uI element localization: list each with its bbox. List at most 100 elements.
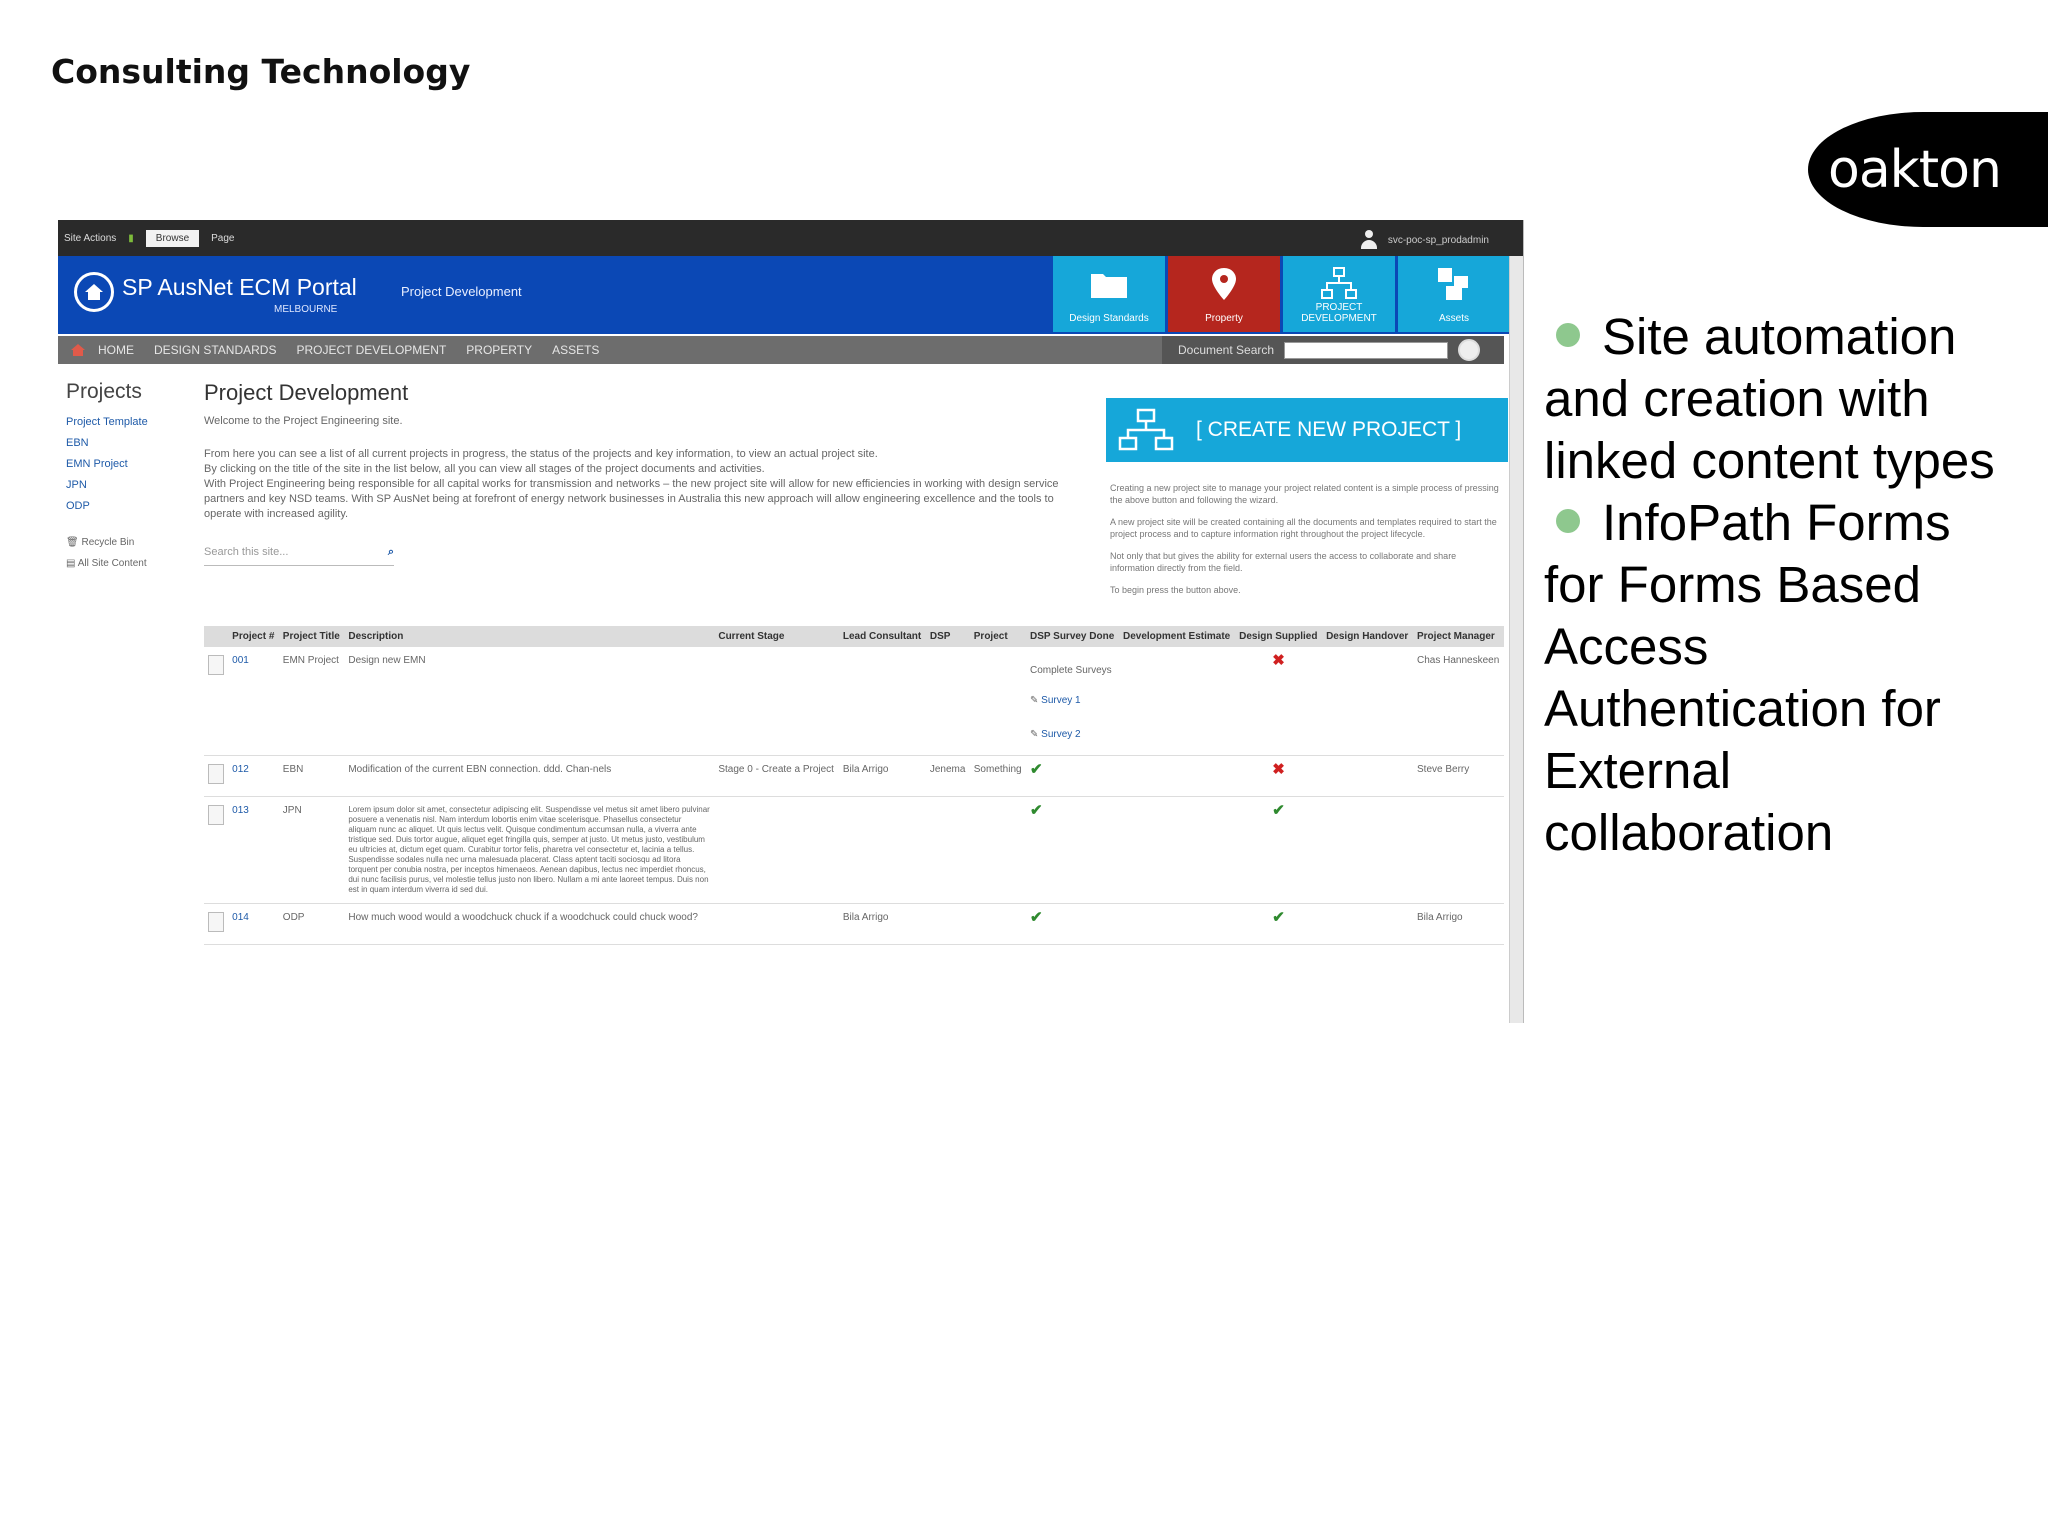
create-new-project-label: [ CREATE NEW PROJECT ] xyxy=(1196,418,1462,441)
quick-launch-item[interactable]: JPN xyxy=(66,475,196,496)
nav-home[interactable]: HOME xyxy=(98,343,134,357)
bullet-text: Site automation and creation with linked… xyxy=(1544,308,1995,489)
recycle-bin-label: Recycle Bin xyxy=(81,537,135,548)
site-actions-menu[interactable]: Site Actions xyxy=(64,233,116,244)
edit-icon[interactable]: ▮ xyxy=(128,233,134,244)
user-icon xyxy=(1360,230,1378,250)
quick-launch-item[interactable]: ODP xyxy=(66,496,196,517)
portal-banner: SP AusNet ECM Portal MELBOURNE Project D… xyxy=(58,256,1523,334)
check-icon: ✔ xyxy=(1235,796,1323,904)
ribbon-bar: Site Actions ▮ Browse Page svc-poc-sp_pr… xyxy=(58,220,1523,256)
edit-icon: ✎ xyxy=(1029,695,1039,706)
nav-home-icon[interactable] xyxy=(58,336,98,364)
quick-launch-item[interactable]: EMN Project xyxy=(66,454,196,475)
nav-design-standards[interactable]: DESIGN STANDARDS xyxy=(154,343,276,357)
column-header[interactable]: Project Title xyxy=(278,626,345,647)
project-manager: Chas Hanneskeen xyxy=(1413,647,1504,756)
table-row[interactable]: 012 EBN Modification of the current EBN … xyxy=(204,755,1504,797)
tile-label: Assets xyxy=(1438,313,1469,324)
survey-link[interactable]: Survey 1 xyxy=(1041,695,1080,706)
column-header[interactable]: DSP Survey Done xyxy=(1025,626,1119,647)
project-number[interactable]: 012 xyxy=(228,755,279,797)
vertical-scrollbar[interactable] xyxy=(1509,256,1523,1023)
project-title[interactable]: JPN xyxy=(278,796,345,904)
all-site-content-link[interactable]: ▤ All Site Content xyxy=(66,554,196,573)
quick-launch-item[interactable]: EBN xyxy=(66,433,196,454)
project-title[interactable]: EBN xyxy=(278,755,345,797)
project-title[interactable]: EMN Project xyxy=(278,647,345,756)
column-header[interactable]: Project # xyxy=(228,626,279,647)
recycle-bin-link[interactable]: 🗑 Recycle Bin xyxy=(66,533,196,552)
survey-header: Complete Surveys xyxy=(1029,665,1112,676)
column-header[interactable]: Design Handover xyxy=(1322,626,1413,647)
development-estimate xyxy=(1118,903,1236,945)
lead-consultant: Bila Arrigo xyxy=(838,903,926,945)
project-manager xyxy=(1413,796,1504,904)
survey-link[interactable]: Survey 2 xyxy=(1041,729,1080,740)
document-search-input[interactable] xyxy=(1284,341,1449,359)
lead-consultant: Bila Arrigo xyxy=(838,755,926,797)
nav-property[interactable]: PROPERTY xyxy=(466,343,532,357)
development-estimate xyxy=(1118,647,1236,756)
create-note: Not only that but gives the ability for … xyxy=(1110,551,1457,573)
design-handover xyxy=(1322,647,1413,756)
survey-item[interactable]: ✎ Survey 1 xyxy=(1030,695,1115,707)
project-title[interactable]: ODP xyxy=(278,903,345,945)
project-number[interactable]: 014 xyxy=(228,903,279,945)
search-icon[interactable] xyxy=(1458,339,1481,361)
document-icon[interactable] xyxy=(208,763,224,784)
create-new-project-button[interactable]: [ CREATE NEW PROJECT ] xyxy=(1106,398,1508,462)
table-row[interactable]: 014 ODP How much wood would a woodchuck … xyxy=(204,903,1504,945)
nav-project-development[interactable]: PROJECT DEVELOPMENT xyxy=(296,343,446,357)
tile-project-development[interactable]: PROJECT DEVELOPMENT xyxy=(1283,256,1395,332)
nav-assets[interactable]: ASSETS xyxy=(552,343,599,357)
document-icon[interactable] xyxy=(208,804,224,825)
project-description: How much wood would a woodchuck chuck if… xyxy=(344,903,715,945)
create-note: Creating a new project site to manage yo… xyxy=(1110,483,1499,505)
intro-paragraph: With Project Engineering being responsib… xyxy=(204,478,1059,520)
cross-icon: ✖ xyxy=(1235,755,1323,797)
current-stage xyxy=(714,796,839,904)
design-handover xyxy=(1322,755,1413,797)
survey-item[interactable]: ✎ Survey 2 xyxy=(1030,729,1115,741)
quick-tiles: Design Standards Property PROJECT DEVELO… xyxy=(1050,256,1510,332)
document-icon[interactable] xyxy=(208,911,224,932)
column-header[interactable]: Current Stage xyxy=(714,626,839,647)
top-navigation: HOME DESIGN STANDARDS PROJECT DEVELOPMEN… xyxy=(58,336,1504,364)
site-search[interactable]: Search this site... ⌕ xyxy=(204,546,394,566)
bullet-item: InfoPath Forms for Forms Based Access Au… xyxy=(1544,492,2024,864)
tile-design-standards[interactable]: Design Standards xyxy=(1053,256,1165,332)
column-header[interactable]: Design Supplied xyxy=(1235,626,1323,647)
tile-assets[interactable]: Assets xyxy=(1398,256,1510,332)
search-icon[interactable]: ⌕ xyxy=(388,546,394,565)
dsp xyxy=(925,903,970,945)
column-header[interactable]: Description xyxy=(344,626,715,647)
intro-paragraph: From here you can see a list of all curr… xyxy=(204,448,878,460)
project-number[interactable]: 013 xyxy=(228,796,279,904)
user-menu[interactable]: svc-poc-sp_prodadmin xyxy=(1360,230,1489,250)
table-row[interactable]: 013 JPN Lorem ipsum dolor sit amet, cons… xyxy=(204,796,1504,904)
tab-page[interactable]: Page xyxy=(211,233,234,244)
column-header[interactable]: Project Manager xyxy=(1413,626,1504,647)
quick-launch-item[interactable]: Project Template xyxy=(66,412,196,433)
column-header[interactable]: DSP xyxy=(925,626,970,647)
document-search-label: Document Search xyxy=(1178,343,1275,357)
tile-property[interactable]: Property xyxy=(1168,256,1280,332)
column-header[interactable]: Development Estimate xyxy=(1118,626,1236,647)
portal-title[interactable]: SP AusNet ECM Portal xyxy=(122,274,357,301)
tab-browse[interactable]: Browse xyxy=(145,229,200,247)
create-note: A new project site will be created conta… xyxy=(1110,517,1497,539)
table-row[interactable]: 001 EMN Project Design new EMN Complete … xyxy=(204,647,1504,756)
check-icon: ✔ xyxy=(1235,903,1323,945)
column-header[interactable]: Lead Consultant xyxy=(838,626,926,647)
quick-launch-heading[interactable]: Projects xyxy=(66,380,196,404)
column-header[interactable]: Project xyxy=(969,626,1026,647)
document-icon[interactable] xyxy=(208,655,224,675)
site-search-input[interactable]: Search this site... xyxy=(204,546,288,565)
home-icon[interactable] xyxy=(74,272,114,312)
project-description: Design new EMN xyxy=(344,647,715,756)
project-number[interactable]: 001 xyxy=(228,647,279,756)
project-manager: Steve Berry xyxy=(1413,755,1504,797)
quick-launch: Projects Project Template EBN EMN Projec… xyxy=(66,380,196,573)
check-icon: ✔ xyxy=(1025,755,1119,797)
